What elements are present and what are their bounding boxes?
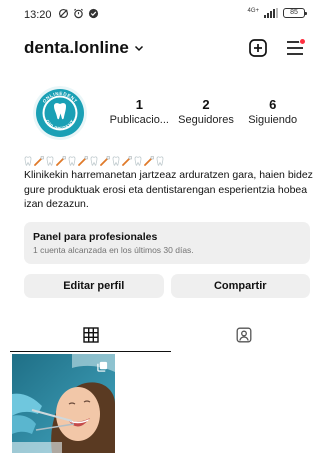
tooth-emoji-icon (90, 156, 98, 166)
toothbrush-emoji-icon (56, 156, 66, 166)
alarm-icon (74, 8, 83, 19)
dashboard-subtitle: 1 cuenta alcanzada en los últimos 30 día… (33, 245, 194, 255)
multiple-photos-icon (97, 361, 108, 372)
plus-square-icon[interactable] (249, 39, 267, 57)
profile-header: denta.lonline (0, 38, 323, 62)
stat-following-count: 6 (269, 97, 277, 112)
tooth-emoji-icon (156, 156, 164, 166)
stat-followers-count: 2 (202, 97, 210, 112)
stat-followers-label: Seguidores (178, 114, 234, 126)
bio-emoji-row (24, 155, 164, 167)
chevron-down-icon (134, 45, 143, 52)
avatar[interactable]: ONLINEDENT ONLINEDENT (33, 86, 87, 140)
profile-tabs (0, 322, 323, 352)
stat-followers[interactable]: 2 Seguidores (173, 97, 240, 131)
tooth-emoji-icon (24, 156, 32, 166)
stat-posts-label: Publicacio... (109, 114, 169, 126)
status-right: 4G+ 85 (247, 8, 307, 18)
username: denta.lonline (24, 38, 129, 57)
tab-posts-grid[interactable] (10, 322, 171, 352)
account-switcher[interactable]: denta.lonline (24, 38, 144, 58)
network-type: 4G+ (247, 8, 259, 14)
toothbrush-emoji-icon (100, 156, 110, 166)
bio-text: Klinikekin harremanetan jartzeaz ardurat… (24, 169, 313, 210)
onlinedent-logo-icon: ONLINEDENT ONLINEDENT (33, 86, 87, 140)
profile-actions: Editar perfil Compartir (24, 274, 310, 298)
toothbrush-emoji-icon (34, 156, 44, 166)
toothbrush-emoji-icon (122, 156, 132, 166)
tagged-person-icon (236, 327, 252, 343)
stat-posts-count: 1 (135, 97, 143, 112)
edit-profile-button[interactable]: Editar perfil (24, 274, 164, 298)
stat-following-label: Siguiendo (248, 114, 298, 126)
data-saver-icon (58, 8, 69, 19)
tooth-emoji-icon (112, 156, 120, 166)
status-time: 13:20 (24, 9, 52, 21)
signal-icon (264, 8, 278, 18)
dashboard-title: Panel para profesionales (33, 231, 158, 243)
battery-icon: 85 (283, 8, 307, 18)
post-thumbnail[interactable] (12, 354, 115, 453)
professional-dashboard[interactable]: Panel para profesionales 1 cuenta alcanz… (24, 222, 310, 264)
profile-stats: 1 Publicacio... 2 Seguidores 6 Siguiendo (106, 97, 306, 131)
grid-icon (82, 327, 99, 343)
check-circle-icon (88, 8, 99, 19)
status-bar: 13:20 4G+ 85 (0, 0, 323, 30)
stat-posts[interactable]: 1 Publicacio... (106, 97, 173, 131)
tab-tagged[interactable] (165, 322, 323, 352)
notification-dot (299, 38, 306, 45)
stat-following[interactable]: 6 Siguiendo (239, 97, 306, 131)
tooth-emoji-icon (46, 156, 54, 166)
toothbrush-emoji-icon (144, 156, 154, 166)
status-icons (58, 8, 99, 19)
share-profile-button[interactable]: Compartir (170, 274, 310, 298)
toothbrush-emoji-icon (78, 156, 88, 166)
tooth-emoji-icon (134, 156, 142, 166)
tooth-emoji-icon (68, 156, 76, 166)
